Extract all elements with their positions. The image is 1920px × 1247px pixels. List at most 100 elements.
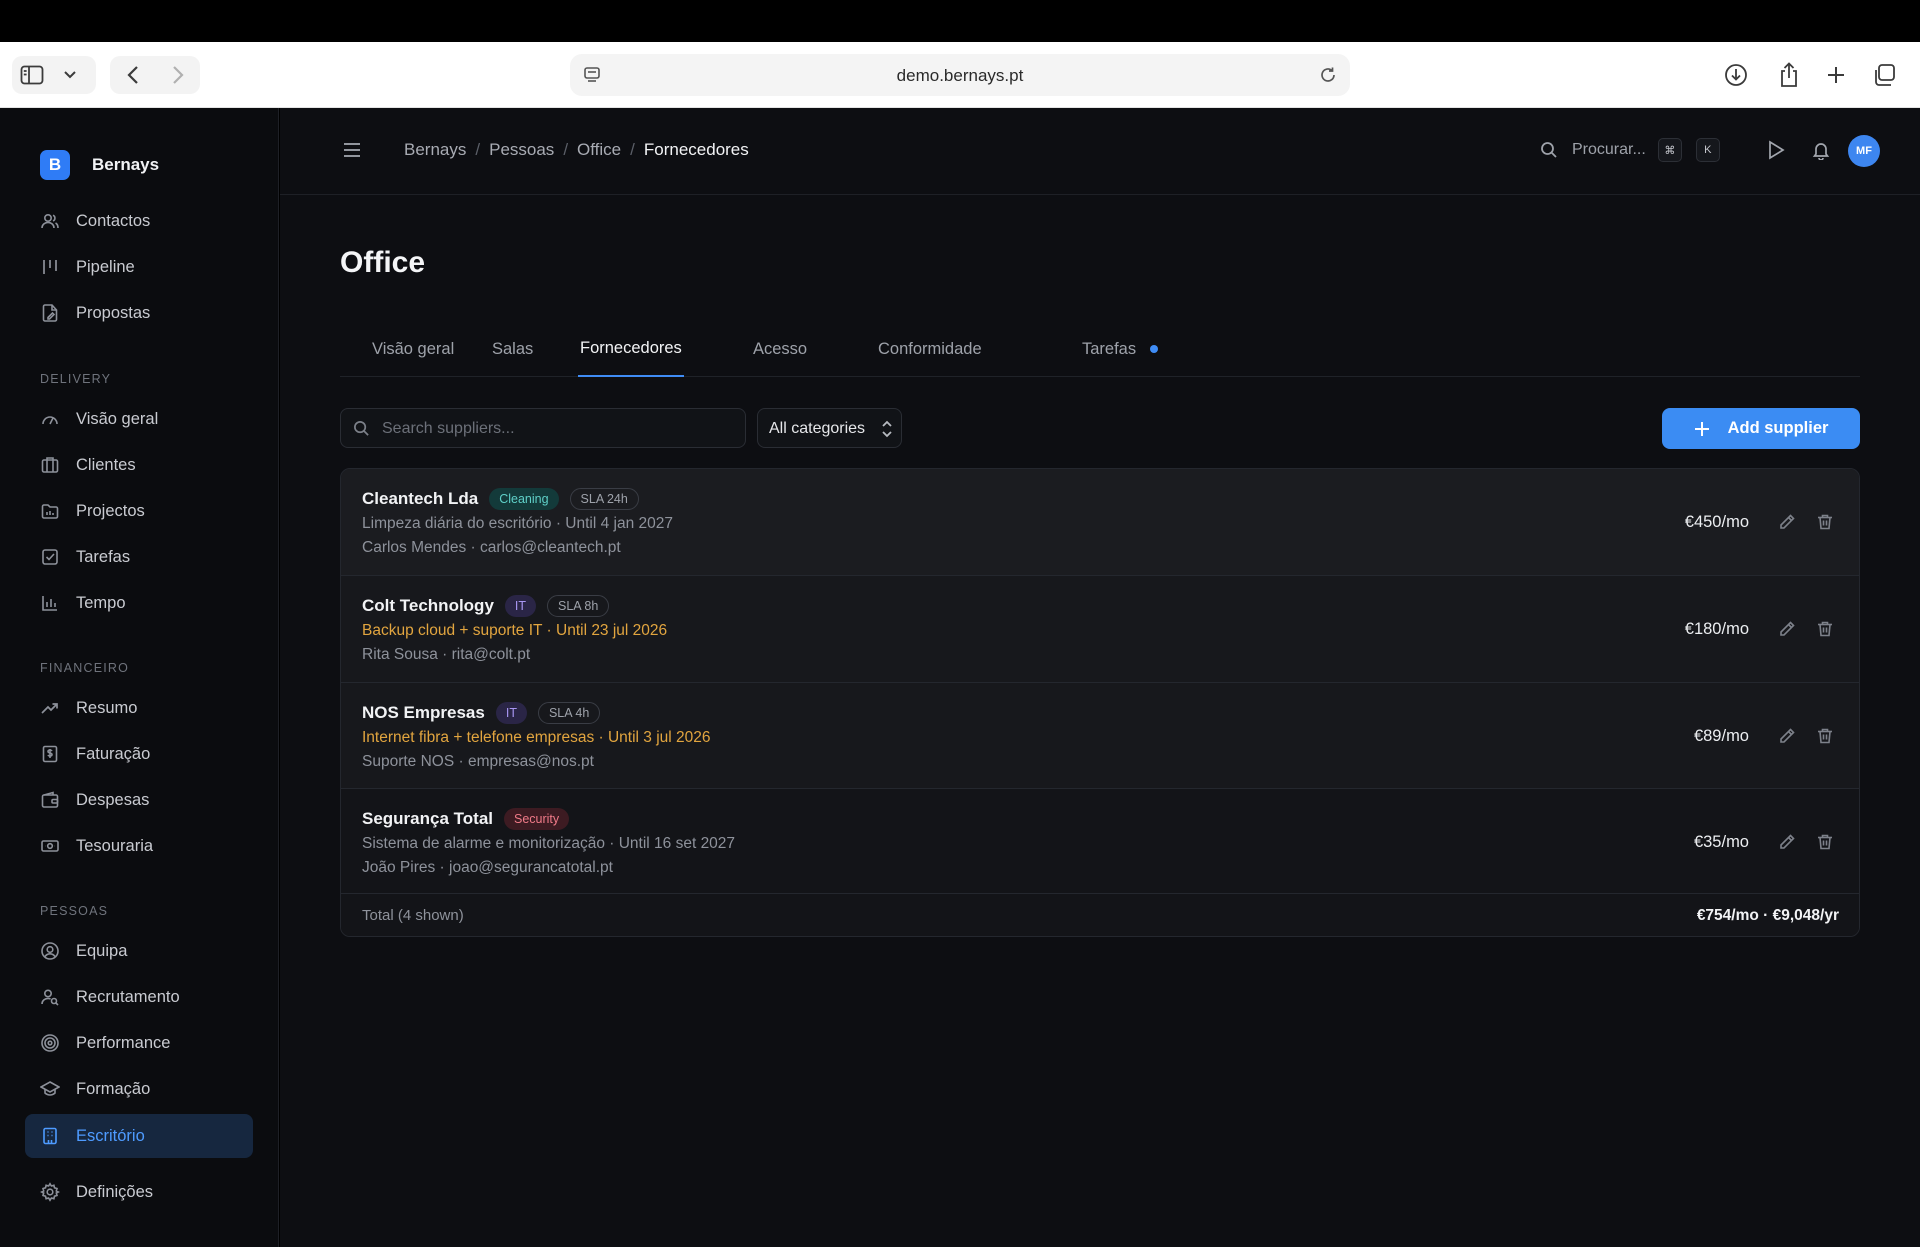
sidebar-item-performance[interactable]: Performance bbox=[25, 1022, 253, 1064]
share-icon[interactable] bbox=[1778, 56, 1800, 94]
tab-label: Tarefas bbox=[1082, 339, 1137, 358]
breadcrumb-item[interactable]: Office bbox=[577, 140, 621, 160]
sidebar-item-label: Tarefas bbox=[76, 547, 131, 566]
trash-icon[interactable] bbox=[1816, 513, 1834, 531]
sidebar-item-tarefas[interactable]: Tarefas bbox=[25, 536, 253, 578]
supplier-contact: Rita Sousa · rita@colt.pt bbox=[362, 646, 531, 663]
category-badge: Security bbox=[504, 808, 570, 830]
trash-icon[interactable] bbox=[1816, 727, 1834, 745]
sidebar-item-projectos[interactable]: Projectos bbox=[25, 490, 253, 532]
users-icon bbox=[40, 211, 60, 231]
tab-salas[interactable]: Salas bbox=[490, 321, 535, 377]
sidebar-item-contactos[interactable]: Contactos bbox=[25, 200, 253, 242]
section-title-delivery: DELIVERY bbox=[40, 372, 112, 386]
new-tab-icon[interactable] bbox=[1826, 56, 1846, 94]
gear-icon bbox=[40, 1182, 60, 1202]
pencil-icon[interactable] bbox=[1778, 513, 1796, 531]
supplier-row[interactable]: Segurança Total Security Sistema de alar… bbox=[341, 789, 1859, 894]
sidebar-item-label: Pipeline bbox=[76, 257, 135, 276]
supplier-total-row: Total (4 shown) €754/mo · €9,048/yr bbox=[341, 894, 1859, 936]
pencil-icon[interactable] bbox=[1778, 727, 1796, 745]
play-icon[interactable] bbox=[1767, 140, 1785, 160]
back-arrow-icon[interactable] bbox=[110, 56, 155, 94]
supplier-description: Sistema de alarme e monitorização · Unti… bbox=[362, 835, 736, 852]
sidebar-item-label: Tempo bbox=[76, 593, 126, 612]
forward-arrow-icon[interactable] bbox=[155, 56, 200, 94]
global-search[interactable]: Procurar... ⌘ K bbox=[1540, 138, 1720, 162]
chevron-down-icon[interactable] bbox=[52, 56, 88, 94]
sidebar-item-visao-geral[interactable]: Visão geral bbox=[25, 398, 253, 440]
address-bar[interactable]: demo.bernays.pt bbox=[570, 54, 1350, 96]
gauge-icon bbox=[40, 409, 60, 429]
supplier-row[interactable]: Colt Technology IT SLA 8h Backup cloud +… bbox=[341, 576, 1859, 683]
tab-bar: Visão geral Salas Fornecedores Acesso Co… bbox=[340, 321, 1860, 377]
breadcrumb-item[interactable]: Bernays bbox=[404, 140, 466, 160]
sidebar-item-formacao[interactable]: Formação bbox=[25, 1068, 253, 1110]
breadcrumb-separator: / bbox=[475, 140, 481, 159]
page-title: Office bbox=[340, 246, 426, 279]
search-label: Procurar... bbox=[1572, 141, 1646, 158]
supplier-contact: Suporte NOS · empresas@nos.pt bbox=[362, 753, 594, 770]
sidebar-item-label: Despesas bbox=[76, 790, 150, 809]
sidebar-item-tempo[interactable]: Tempo bbox=[25, 582, 253, 624]
trash-icon[interactable] bbox=[1816, 620, 1834, 638]
sla-badge: SLA 4h bbox=[537, 702, 601, 724]
wallet-icon bbox=[40, 790, 60, 810]
sla-badge: SLA 24h bbox=[569, 488, 639, 510]
sidebar-item-equipa[interactable]: Equipa bbox=[25, 930, 253, 972]
sidebar-item-propostas[interactable]: Propostas bbox=[25, 292, 253, 334]
sidebar-item-definicoes[interactable]: Definições bbox=[25, 1171, 253, 1213]
download-icon[interactable] bbox=[1724, 56, 1748, 94]
sidebar-item-pipeline[interactable]: Pipeline bbox=[25, 246, 253, 288]
browser-toolbar: demo.bernays.pt bbox=[0, 42, 1920, 108]
menu-icon[interactable] bbox=[342, 141, 362, 159]
office-building-icon bbox=[40, 1126, 60, 1146]
plus-icon bbox=[1694, 421, 1710, 437]
supplier-contact: João Pires · joao@segurancatotal.pt bbox=[362, 859, 613, 876]
shortcut-key: K bbox=[1695, 138, 1720, 162]
sidebar-item-label: Propostas bbox=[76, 303, 151, 322]
category-badge: Cleaning bbox=[489, 488, 559, 510]
supplier-search-input[interactable]: Search suppliers... bbox=[340, 408, 746, 448]
category-select[interactable]: All categories bbox=[757, 408, 902, 448]
supplier-row[interactable]: NOS Empresas IT SLA 4h Internet fibra + … bbox=[341, 683, 1859, 789]
brand[interactable]: B Bernays bbox=[40, 150, 159, 180]
supplier-list: Cleantech Lda Cleaning SLA 24h Limpeza d… bbox=[340, 468, 1860, 937]
sidebar-item-faturacao[interactable]: Faturação bbox=[25, 733, 253, 775]
sidebar-item-label: Visão geral bbox=[76, 409, 159, 428]
tabs-overview-icon[interactable] bbox=[1872, 56, 1896, 94]
sidebar-item-tesouraria[interactable]: Tesouraria bbox=[25, 825, 253, 867]
breadcrumb-separator: / bbox=[630, 140, 635, 159]
sidebar-item-resumo[interactable]: Resumo bbox=[25, 687, 253, 729]
browser-sidebar-icon[interactable] bbox=[12, 56, 52, 94]
bell-icon[interactable] bbox=[1811, 140, 1831, 160]
sidebar-item-escritorio[interactable]: Escritório bbox=[25, 1114, 253, 1158]
tab-acesso[interactable]: Acesso bbox=[751, 321, 809, 377]
sidebar-item-despesas[interactable]: Despesas bbox=[25, 779, 253, 821]
tab-visao-geral[interactable]: Visão geral bbox=[370, 321, 456, 377]
avatar[interactable]: MF bbox=[1848, 135, 1880, 167]
shortcut-key: ⌘ bbox=[1657, 138, 1682, 162]
banknote-icon bbox=[40, 836, 60, 856]
tab-fornecedores[interactable]: Fornecedores bbox=[578, 321, 684, 377]
checkbox-icon bbox=[40, 547, 60, 567]
trash-icon[interactable] bbox=[1816, 833, 1834, 851]
pencil-icon[interactable] bbox=[1778, 833, 1796, 851]
brand-logo: B bbox=[40, 150, 70, 180]
history-nav-group bbox=[110, 56, 200, 94]
sidebar-item-clientes[interactable]: Clientes bbox=[25, 444, 253, 486]
supplier-description: Internet fibra + telefone empresas · Unt… bbox=[362, 729, 711, 746]
sidebar-item-recrutamento[interactable]: Recrutamento bbox=[25, 976, 253, 1018]
document-edit-icon bbox=[40, 303, 60, 323]
add-supplier-button[interactable]: Add supplier bbox=[1662, 408, 1860, 449]
tab-tarefas[interactable]: Tarefas bbox=[1080, 321, 1160, 377]
sidebar-toggle-group bbox=[12, 56, 96, 94]
reload-icon[interactable] bbox=[1318, 65, 1338, 85]
tab-conformidade[interactable]: Conformidade bbox=[876, 321, 984, 377]
breadcrumb-item[interactable]: Pessoas bbox=[489, 140, 554, 160]
invoice-icon bbox=[40, 744, 60, 764]
pencil-icon[interactable] bbox=[1778, 620, 1796, 638]
supplier-row[interactable]: Cleantech Lda Cleaning SLA 24h Limpeza d… bbox=[341, 469, 1859, 576]
pipeline-icon bbox=[40, 257, 60, 277]
category-badge: IT bbox=[504, 595, 537, 617]
